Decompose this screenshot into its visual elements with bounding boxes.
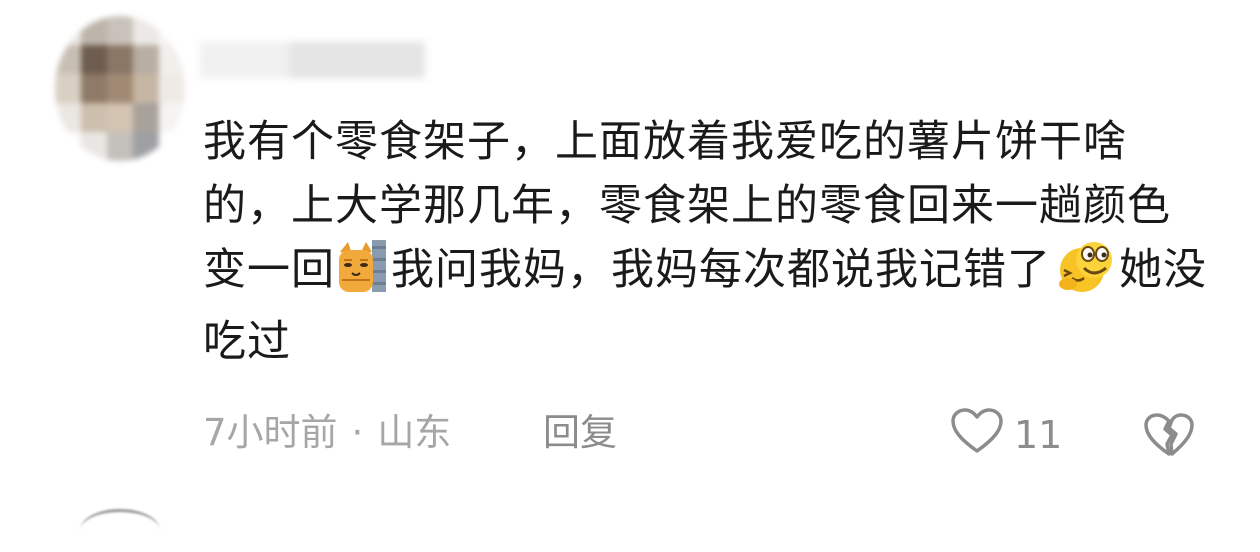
cat-peeking-wall-icon: [338, 240, 388, 310]
awkward-laugh-icon: [1054, 240, 1116, 310]
avatar[interactable]: [55, 16, 185, 161]
reply-button[interactable]: 回复: [543, 408, 617, 458]
next-comment-avatar[interactable]: [80, 509, 160, 552]
dislike-button[interactable]: [1143, 412, 1195, 467]
heart-icon: [950, 407, 1004, 464]
timestamp: 7小时前: [203, 411, 338, 454]
comment-text-part2: 我问我妈，我妈每次都说我记错了: [391, 245, 1051, 295]
like-count: 11: [1014, 413, 1063, 457]
comment-meta: 7小时前 · 山东: [203, 408, 451, 458]
broken-heart-icon: [1143, 413, 1195, 467]
comment-text: 我有个零食架子，上面放着我爱吃的薯片饼干啥的，上大学那几年，零食架上的零食回来一…: [203, 110, 1213, 374]
username[interactable]: [200, 42, 425, 78]
like-button[interactable]: 11: [950, 407, 1063, 460]
comment-footer: 7小时前 · 山东 回复 11: [203, 407, 1203, 460]
location: 山东: [377, 411, 452, 454]
separator-dot: ·: [351, 411, 364, 454]
